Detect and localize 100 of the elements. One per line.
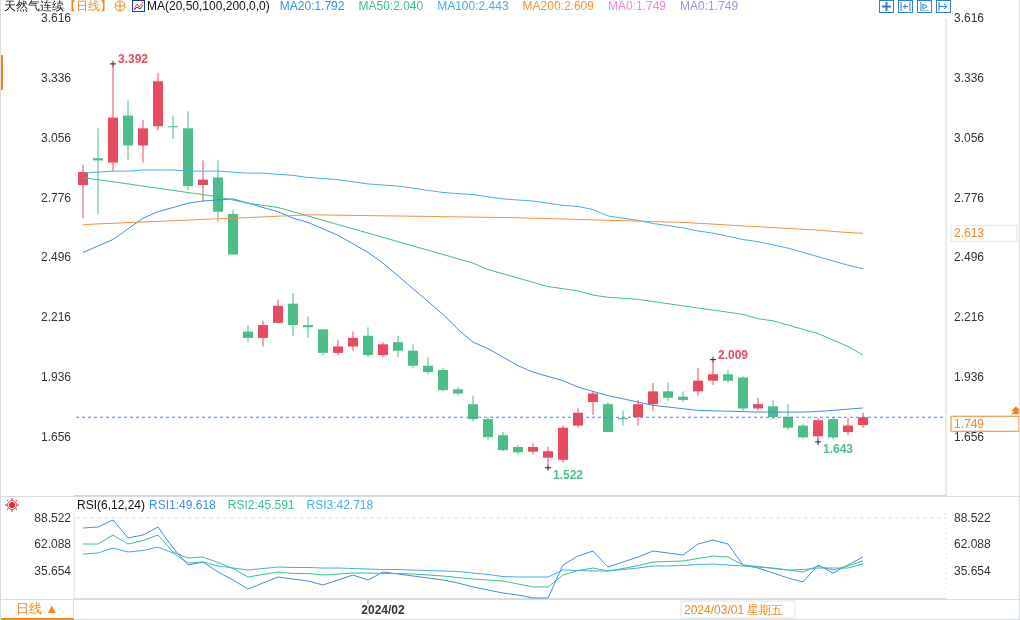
candle	[273, 298, 283, 324]
candle	[798, 422, 808, 439]
axis-label: 3.056	[40, 130, 71, 145]
price-tag	[950, 415, 1019, 432]
axis-label: 3.056	[954, 130, 985, 145]
candle	[723, 369, 733, 384]
candle	[288, 292, 298, 337]
candle	[828, 416, 838, 440]
candle	[753, 397, 763, 412]
indicator-value: MA0:1.749	[607, 0, 666, 13]
candle	[123, 100, 133, 161]
indicator-name: RSI(6,12,24)	[77, 498, 146, 512]
price-tag-text: 2.613	[954, 226, 985, 241]
period-label: 【日线】	[64, 0, 112, 13]
price-tag	[950, 224, 1018, 242]
axis-label: 1.656	[40, 430, 71, 445]
candle	[588, 390, 598, 416]
chart-icon	[132, 0, 145, 12]
price-annotation: 2.009	[718, 347, 749, 362]
candle	[468, 395, 478, 422]
date-label: 2024/02	[361, 603, 405, 617]
axis-label: 2.776	[40, 190, 71, 205]
triangle-icon	[1011, 406, 1019, 415]
bar-arrow-icon[interactable]	[917, 0, 932, 13]
candle	[513, 444, 523, 456]
range-icon[interactable]	[898, 0, 913, 13]
candle	[198, 159, 208, 202]
axis-label: 1.936	[40, 370, 71, 385]
axis-label: 62.088	[954, 537, 991, 552]
candle	[303, 316, 313, 339]
candle	[153, 72, 163, 131]
indicator-value: MA100:2.443	[437, 0, 509, 13]
candle	[498, 431, 508, 452]
axis-label: 2.496	[40, 250, 71, 265]
axis-label: 3.616	[40, 12, 71, 25]
price-annotation: 1.643	[823, 441, 854, 456]
indicator-value: MA20:1.792	[279, 0, 345, 13]
candle	[543, 446, 553, 467]
cross-marker	[109, 60, 117, 68]
axis-label: 3.336	[954, 70, 985, 85]
sun-icon	[5, 498, 19, 512]
candle	[423, 356, 433, 375]
axis-label: 2.216	[40, 310, 71, 325]
cursor-date: 2024/03/01 星期五	[680, 600, 796, 619]
candle	[453, 386, 463, 397]
axis-label: 35.654	[954, 563, 991, 578]
indicator-value: RSI2:45.591	[227, 498, 295, 512]
candle	[78, 164, 88, 219]
axis-label: 1.656	[954, 430, 985, 445]
cross-marker	[544, 464, 552, 472]
candle	[258, 320, 268, 347]
candle	[663, 382, 673, 402]
candle	[228, 209, 238, 255]
indicator-value: MA0:1.749	[680, 0, 739, 13]
price-tag-text: 1.749	[954, 417, 985, 432]
axis-label: 88.522	[34, 513, 71, 525]
candle	[168, 115, 178, 140]
candle	[648, 382, 658, 412]
axis-label: 2.496	[954, 250, 985, 265]
axis-label: 3.336	[40, 70, 71, 85]
candle	[693, 367, 703, 397]
cross-marker	[709, 356, 717, 364]
candle	[603, 401, 613, 433]
indicator-name: MA(20,50,100,200,0,0)	[147, 0, 270, 13]
candle	[558, 425, 568, 464]
candle	[783, 403, 793, 431]
side-marker	[1, 55, 3, 90]
axis-label: 88.522	[954, 513, 991, 525]
candle	[768, 399, 778, 420]
candle	[213, 159, 223, 223]
candle	[348, 331, 358, 352]
candle	[708, 361, 718, 386]
candle	[408, 343, 418, 369]
candle	[138, 119, 148, 164]
candle	[573, 407, 583, 429]
add-icon	[114, 0, 126, 12]
axis-label: 2.776	[954, 190, 985, 205]
period-button[interactable]: 日线 ▲	[1, 600, 74, 620]
indicator-value: RSI3:42.718	[306, 498, 374, 512]
candle	[633, 399, 643, 427]
candle	[243, 324, 253, 343]
cross-marker	[814, 438, 822, 446]
candle	[738, 375, 748, 412]
axis-label: 2.216	[954, 310, 985, 325]
axis-label: 62.088	[34, 537, 71, 552]
crosshair-icon[interactable]	[879, 0, 894, 13]
arrow-bar-icon[interactable]	[936, 0, 951, 13]
candle	[618, 410, 628, 427]
candle	[843, 417, 853, 436]
indicator-value: RSI1:49.618	[149, 498, 216, 512]
candle	[678, 390, 688, 403]
candle	[393, 335, 403, 358]
candle	[378, 341, 388, 358]
indicator-value: MA200:2.609	[522, 0, 594, 13]
candle	[318, 328, 328, 356]
candle	[858, 412, 868, 429]
candle	[483, 416, 493, 442]
axis-label: 3.616	[954, 12, 985, 25]
candle	[363, 326, 373, 358]
symbol-name: 天然气连续	[4, 0, 64, 13]
